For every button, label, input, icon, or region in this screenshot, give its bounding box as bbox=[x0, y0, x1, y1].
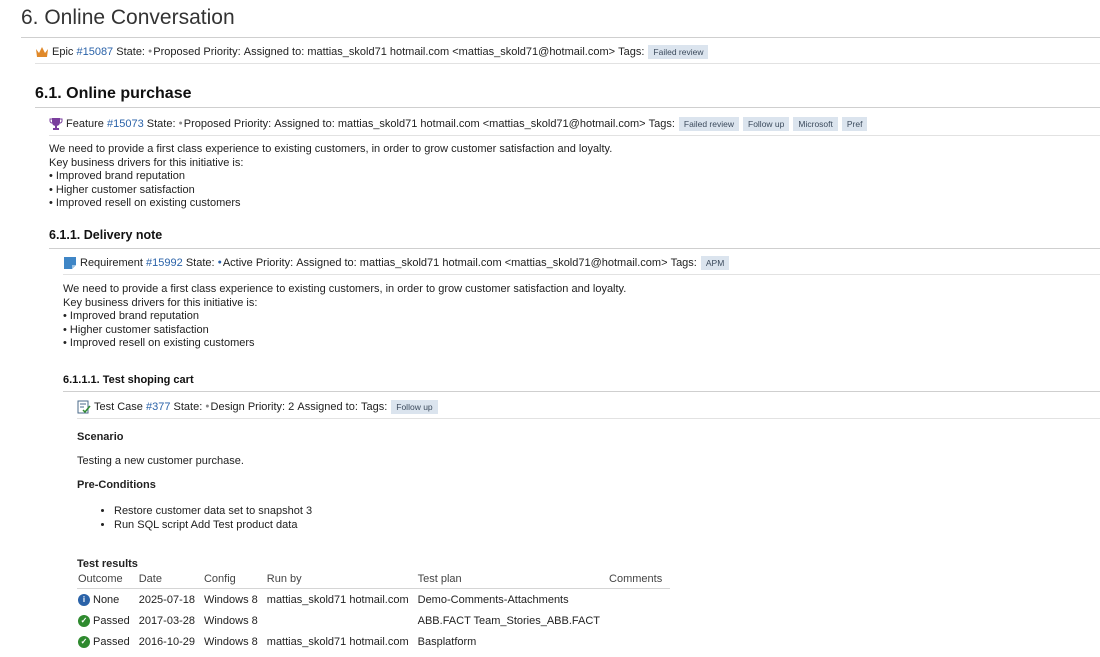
scenario-text: Testing a new customer purchase. bbox=[77, 455, 244, 467]
list-item: Restore customer data set to snapshot 3 bbox=[114, 504, 312, 518]
list-item: Run SQL script Add Test product data bbox=[114, 518, 312, 532]
column-header: Date bbox=[137, 572, 203, 589]
testcase-meta-row: Test Case #377 State: ● Design Priority: 2… bbox=[77, 400, 438, 414]
tag-badge: APM bbox=[700, 256, 730, 270]
testcase-section-divider bbox=[63, 391, 1100, 392]
outcome: Passed bbox=[93, 635, 130, 648]
work-item-state: Active bbox=[222, 257, 253, 269]
requirement-description: We need to provide a first class experie… bbox=[63, 283, 627, 349]
feature-meta-row: Feature #15073 State: ● Proposed Priority:… bbox=[49, 117, 868, 131]
check-circle-icon: ✓ bbox=[78, 635, 90, 648]
work-item-state: Proposed bbox=[153, 46, 201, 58]
comments bbox=[608, 610, 670, 631]
column-header: Outcome bbox=[77, 572, 138, 589]
test-results-table: Outcome Date Config Run by Test plan Com… bbox=[77, 572, 671, 652]
crown-icon bbox=[36, 47, 48, 57]
date: 2025-07-18 bbox=[138, 593, 195, 606]
state-dot-icon: ● bbox=[148, 47, 153, 55]
work-item-id-link[interactable]: #15992 bbox=[146, 257, 183, 269]
table-row: ✓ Passed 2016-10-29 Windows 8 mattias_sko… bbox=[77, 631, 670, 652]
info-icon: i bbox=[78, 593, 90, 606]
date: 2017-03-28 bbox=[138, 614, 195, 627]
tag-badge: Follow up bbox=[743, 117, 790, 131]
testcase-divider bbox=[77, 418, 1100, 419]
work-item-state: Proposed bbox=[183, 118, 231, 130]
run-by bbox=[266, 610, 417, 631]
requirement-meta-row: Requirement #15992 State: ● Active Priorit… bbox=[63, 256, 730, 270]
work-item-state: Design bbox=[210, 401, 245, 413]
work-item-type: Epic bbox=[52, 46, 74, 58]
state-dot-icon: ● bbox=[178, 119, 183, 127]
epic-meta-row: Epic #15087 State: ● Proposed Priority: As… bbox=[35, 45, 709, 59]
test-plan: Demo-Comments-Attachments bbox=[417, 593, 569, 606]
preconditions-list: Restore customer data set to snapshot 3 … bbox=[77, 504, 312, 532]
column-header: Test plan bbox=[416, 572, 609, 589]
work-item-type: Test Case bbox=[94, 401, 143, 413]
requirement-divider bbox=[63, 274, 1100, 275]
config: Windows 8 bbox=[203, 635, 258, 648]
table-header-row: Outcome Date Config Run by Test plan Com… bbox=[77, 572, 671, 589]
title-divider bbox=[21, 37, 1100, 38]
column-header: Run by bbox=[265, 572, 417, 589]
test-plan: Basplatform bbox=[417, 635, 477, 648]
column-header: Comments bbox=[608, 572, 671, 589]
work-item-id-link[interactable]: #377 bbox=[146, 401, 170, 413]
table-row: ✓ Passed 2017-03-28 Windows 8 ABB.FACT Te… bbox=[77, 610, 670, 631]
date: 2016-10-29 bbox=[138, 635, 195, 648]
trophy-icon bbox=[49, 118, 63, 130]
config: Windows 8 bbox=[203, 593, 258, 606]
outcome: Passed bbox=[93, 614, 130, 627]
epic-divider bbox=[35, 63, 1100, 64]
page-title: 6. Online Conversation bbox=[21, 6, 235, 29]
run-by: mattias_skold71 hotmail.com bbox=[266, 635, 409, 648]
work-item-id-link[interactable]: #15087 bbox=[76, 46, 113, 58]
tag-badge: Failed review bbox=[648, 45, 709, 59]
table-row: i None 2025-07-18 Windows 8 mattias_skold… bbox=[77, 589, 670, 611]
assigned-to: mattias_skold71 hotmail.com <mattias_sko… bbox=[307, 46, 616, 58]
preconditions-heading: Pre-Conditions bbox=[77, 479, 156, 491]
testcase-section-heading: 6.1.1.1. Test shoping cart bbox=[63, 374, 194, 386]
comments bbox=[608, 589, 670, 611]
assigned-to: mattias_skold71 hotmail.com <mattias_sko… bbox=[337, 118, 646, 130]
work-item-type: Requirement bbox=[80, 257, 143, 269]
test-case-icon bbox=[77, 400, 91, 414]
tag-badge: Microsoft bbox=[793, 117, 838, 131]
tag-badge: Follow up bbox=[391, 400, 438, 414]
tag-badge: Pref bbox=[841, 117, 868, 131]
tag-badge: Failed review bbox=[678, 117, 739, 131]
column-header: Config bbox=[202, 572, 266, 589]
outcome: None bbox=[93, 593, 120, 606]
subsection-divider bbox=[49, 248, 1100, 249]
priority: 2 bbox=[288, 401, 295, 413]
test-plan: ABB.FACT Team_Stories_ABB.FACT bbox=[417, 614, 601, 627]
work-item-id-link[interactable]: #15073 bbox=[107, 118, 144, 130]
test-results-heading: Test results bbox=[77, 558, 138, 570]
section-heading: 6.1. Online purchase bbox=[35, 85, 192, 102]
state-dot-icon: ● bbox=[217, 258, 222, 266]
feature-divider bbox=[49, 135, 1100, 136]
work-item-type: Feature bbox=[66, 118, 104, 130]
check-circle-icon: ✓ bbox=[78, 614, 90, 627]
feature-description: We need to provide a first class experie… bbox=[49, 143, 613, 209]
assigned-to: mattias_skold71 hotmail.com <mattias_sko… bbox=[359, 257, 668, 269]
state-dot-icon: ● bbox=[205, 402, 210, 410]
section-divider bbox=[35, 107, 1100, 108]
run-by: mattias_skold71 hotmail.com bbox=[266, 593, 409, 606]
requirement-icon bbox=[64, 257, 76, 269]
config: Windows 8 bbox=[203, 614, 258, 627]
comments bbox=[608, 631, 670, 652]
subsection-heading: 6.1.1. Delivery note bbox=[49, 228, 163, 242]
scenario-heading: Scenario bbox=[77, 431, 124, 443]
